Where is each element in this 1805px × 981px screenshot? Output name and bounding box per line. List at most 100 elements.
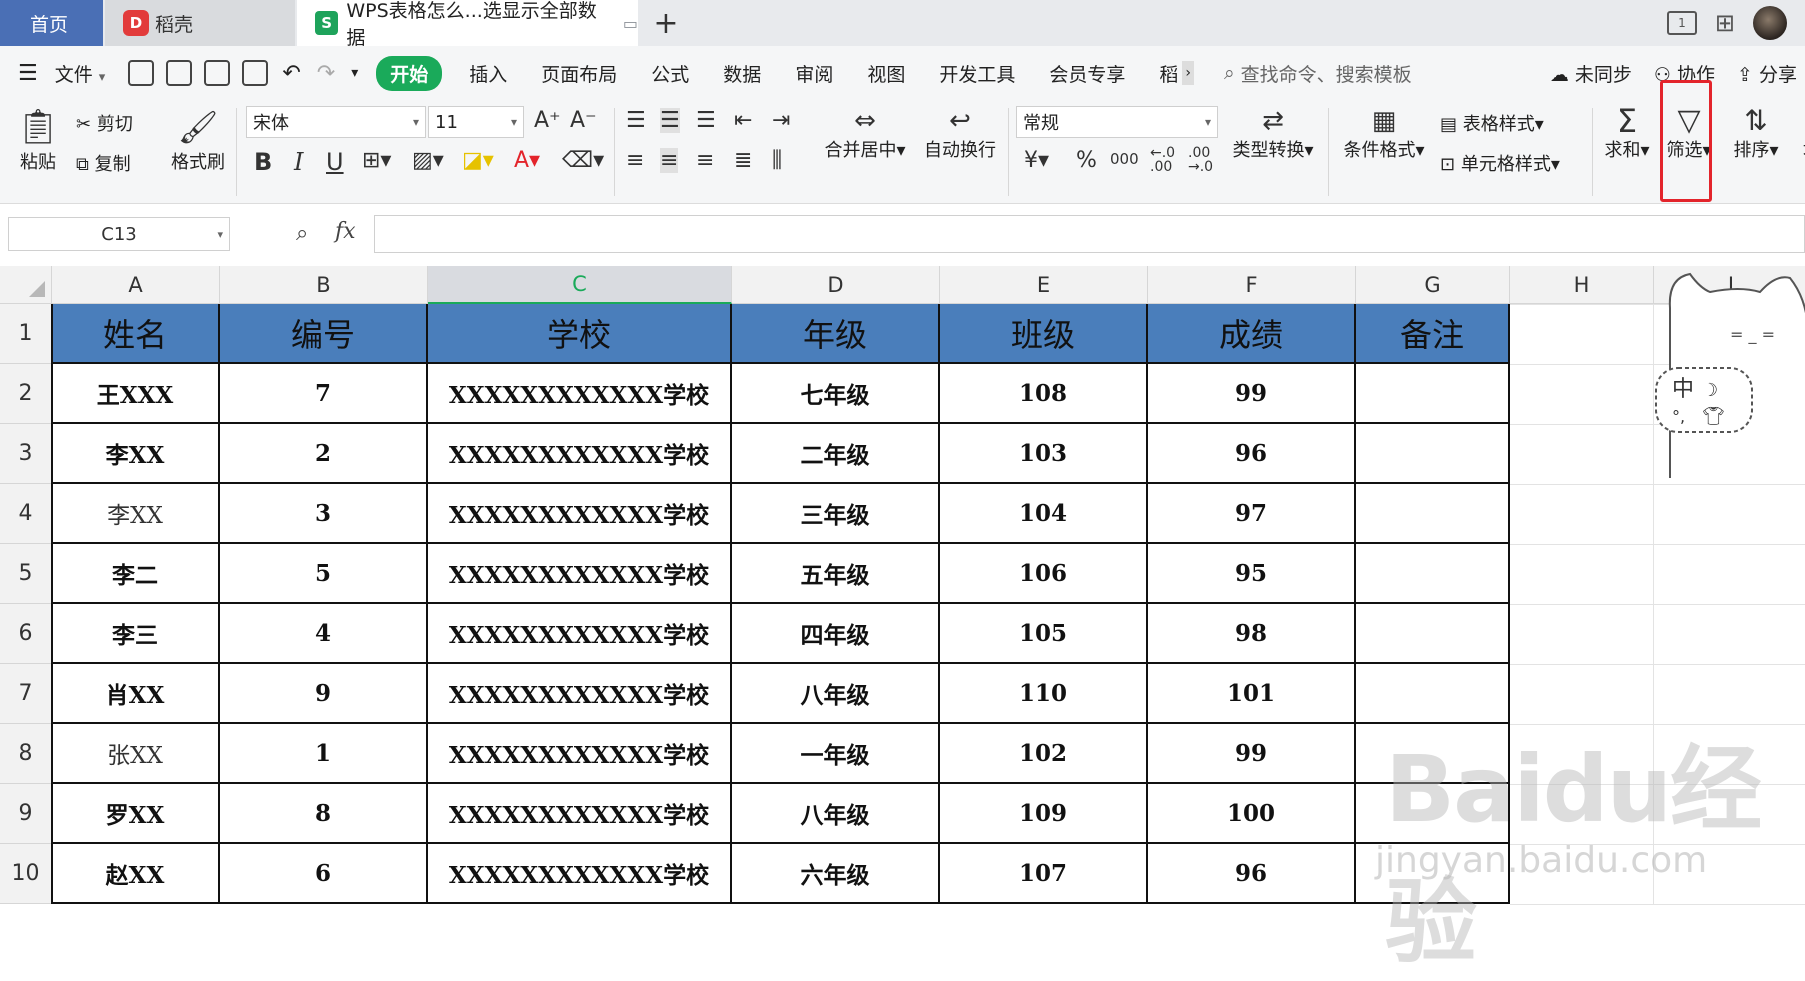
table-cell[interactable]: XXXXXXXXXXXX学校 [428,784,732,844]
table-cell[interactable]: 106 [940,544,1148,604]
avatar[interactable] [1753,6,1787,40]
table-cell[interactable]: 八年级 [732,664,940,724]
row-header-2[interactable]: 2 [0,364,52,424]
table-cell[interactable]: 99 [1148,724,1356,784]
table-cell[interactable] [1356,364,1510,424]
number-format-select[interactable]: 常规 [1016,106,1218,138]
table-cell[interactable]: 王XXX [52,364,220,424]
align-left-icon[interactable]: ≡ [626,148,644,173]
table-cell[interactable]: 七年级 [732,364,940,424]
table-cell[interactable]: 张XX [52,724,220,784]
table-cell[interactable]: 6 [220,844,428,904]
table-cell[interactable]: 肖XX [52,664,220,724]
table-cell[interactable]: 赵XX [52,844,220,904]
font-color-icon[interactable]: A▾ [514,148,540,173]
table-cell[interactable]: 109 [940,784,1148,844]
font-size-select[interactable]: 11 [428,106,524,138]
table-cell[interactable]: 李二 [52,544,220,604]
font-grow-icon[interactable]: A⁺ [534,108,561,133]
table-cell[interactable]: 107 [940,844,1148,904]
tab-insert[interactable]: 插入 [452,60,524,87]
table-cell[interactable]: 99 [1148,364,1356,424]
table-cell[interactable]: 104 [940,484,1148,544]
justify-icon[interactable]: ≣ [734,148,752,173]
table-cell[interactable]: 102 [940,724,1148,784]
thousands-button[interactable]: 000 [1110,150,1139,168]
table-cell[interactable]: 二年级 [732,424,940,484]
table-cell[interactable] [1356,604,1510,664]
row-header-9[interactable]: 9 [0,784,52,844]
table-cell[interactable]: 101 [1148,664,1356,724]
column-header-b[interactable]: B [220,266,428,304]
table-cell[interactable]: 97 [1148,484,1356,544]
column-header-g[interactable]: G [1356,266,1510,304]
header-cell[interactable]: 班级 [940,304,1148,364]
column-header-c[interactable]: C [428,266,732,304]
table-cell[interactable] [1356,544,1510,604]
header-cell[interactable]: 年级 [732,304,940,364]
eraser-icon[interactable]: ⌫▾ [562,148,604,173]
hamburger-icon[interactable]: ☰ [0,61,55,86]
command-search[interactable]: ⌕ 查找命令、搜索模板 [1194,60,1412,87]
table-cell[interactable]: XXXXXXXXXXXX学校 [428,424,732,484]
table-cell[interactable]: 罗XX [52,784,220,844]
conditional-format-button[interactable]: ▦ 条件格式▾ [1336,106,1432,162]
save-icon[interactable] [128,60,154,86]
export-icon[interactable] [166,60,192,86]
undo-icon[interactable]: ↶ [274,61,308,86]
row-header-8[interactable]: 8 [0,724,52,784]
font-family-select[interactable]: 宋体 [246,106,426,138]
column-header-f[interactable]: F [1148,266,1356,304]
table-cell[interactable]: XXXXXXXXXXXX学校 [428,664,732,724]
zoom-search-icon[interactable]: ⌕ [296,221,308,246]
table-cell[interactable]: 李XX [52,424,220,484]
header-cell[interactable]: 备注 [1356,304,1510,364]
row-header-5[interactable]: 5 [0,544,52,604]
table-cell[interactable]: XXXXXXXXXXXX学校 [428,844,732,904]
column-header-d[interactable]: D [732,266,940,304]
wrap-text-button[interactable]: ↩ 自动换行 [918,106,1002,162]
table-cell[interactable]: 110 [940,664,1148,724]
paste-button[interactable]: 📋︎ 粘贴 [10,106,66,174]
table-cell[interactable]: XXXXXXXXXXXX学校 [428,724,732,784]
align-bottom-icon[interactable]: ☰ [696,108,716,133]
select-all-corner[interactable] [0,266,52,304]
header-cell[interactable]: 编号 [220,304,428,364]
table-cell[interactable]: 96 [1148,424,1356,484]
table-cell[interactable]: 7 [220,364,428,424]
table-cell[interactable]: 1 [220,724,428,784]
table-cell[interactable]: 四年级 [732,604,940,664]
tab-review[interactable]: 审阅 [778,60,850,87]
table-cell[interactable]: 95 [1148,544,1356,604]
chevron-right-icon[interactable]: › [1182,61,1194,85]
row-header-10[interactable]: 10 [0,844,52,904]
header-cell[interactable]: 成绩 [1148,304,1356,364]
table-cell[interactable]: 105 [940,604,1148,664]
window-count-icon[interactable]: 1 [1667,11,1697,35]
row-header-1[interactable]: 1 [0,304,52,364]
table-cell[interactable]: 李三 [52,604,220,664]
distribute-icon[interactable]: ⫼ [772,148,782,173]
table-cell[interactable]: 98 [1148,604,1356,664]
tab-docer[interactable]: D 稻壳 [105,0,295,46]
table-cell[interactable]: 96 [1148,844,1356,904]
align-right-icon[interactable]: ≡ [696,148,714,173]
currency-button[interactable]: ¥▾ [1024,148,1049,173]
column-header-a[interactable]: A [52,266,220,304]
cell-style-button[interactable]: ⊡ 单元格样式▾ [1440,150,1560,176]
sort-button[interactable]: ⇅ 排序▾ [1728,106,1784,162]
table-cell[interactable]: 一年级 [732,724,940,784]
tab-view[interactable]: 视图 [850,60,922,87]
type-convert-button[interactable]: ⇄ 类型转换▾ [1226,106,1320,162]
header-cell[interactable]: 姓名 [52,304,220,364]
table-cell[interactable] [1356,484,1510,544]
table-style-button[interactable]: ▤ 表格样式▾ [1440,110,1544,136]
merge-center-button[interactable]: ⇔ 合并居中▾ [818,106,912,162]
indent-increase-icon[interactable]: ⇥ [772,108,790,133]
column-header-h[interactable]: H [1510,266,1654,304]
formula-input[interactable] [374,215,1805,253]
fill-button[interactable]: ▯ 填 [1792,106,1805,162]
tab-data[interactable]: 数据 [706,60,778,87]
screen-icon[interactable]: ▭ [623,14,638,33]
table-cell[interactable]: XXXXXXXXXXXX学校 [428,604,732,664]
